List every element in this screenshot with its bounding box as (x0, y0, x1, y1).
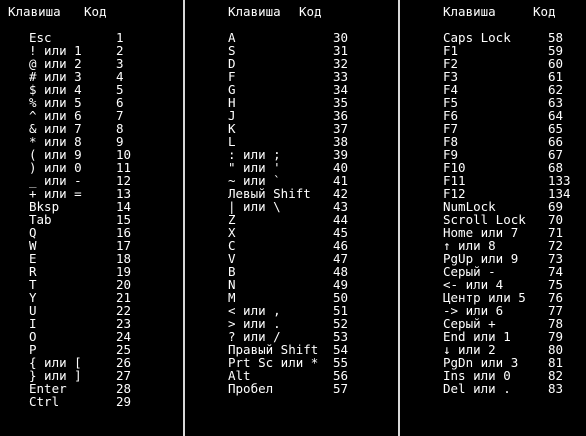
key-code: 57 (333, 381, 349, 396)
column-separator-1 (183, 0, 185, 436)
column-2-code-header: Код (299, 4, 322, 19)
column-2-key-header: Клавиша (228, 4, 281, 19)
keycode-screen: { "columns": [ { "header_key": "Клавиша"… (0, 0, 586, 436)
key-code: 29 (116, 394, 132, 409)
key-name: Ctrl (29, 394, 60, 409)
column-1-key-header: Клавиша (8, 4, 61, 19)
key-name: Пробел (228, 381, 274, 396)
column-separator-2 (398, 0, 400, 436)
column-1-code-header: Код (84, 4, 107, 19)
column-3-key-header: Клавиша (443, 4, 496, 19)
key-code: 83 (548, 381, 564, 396)
column-3-code-header: Код (533, 4, 556, 19)
key-name: Del или . (443, 381, 511, 396)
